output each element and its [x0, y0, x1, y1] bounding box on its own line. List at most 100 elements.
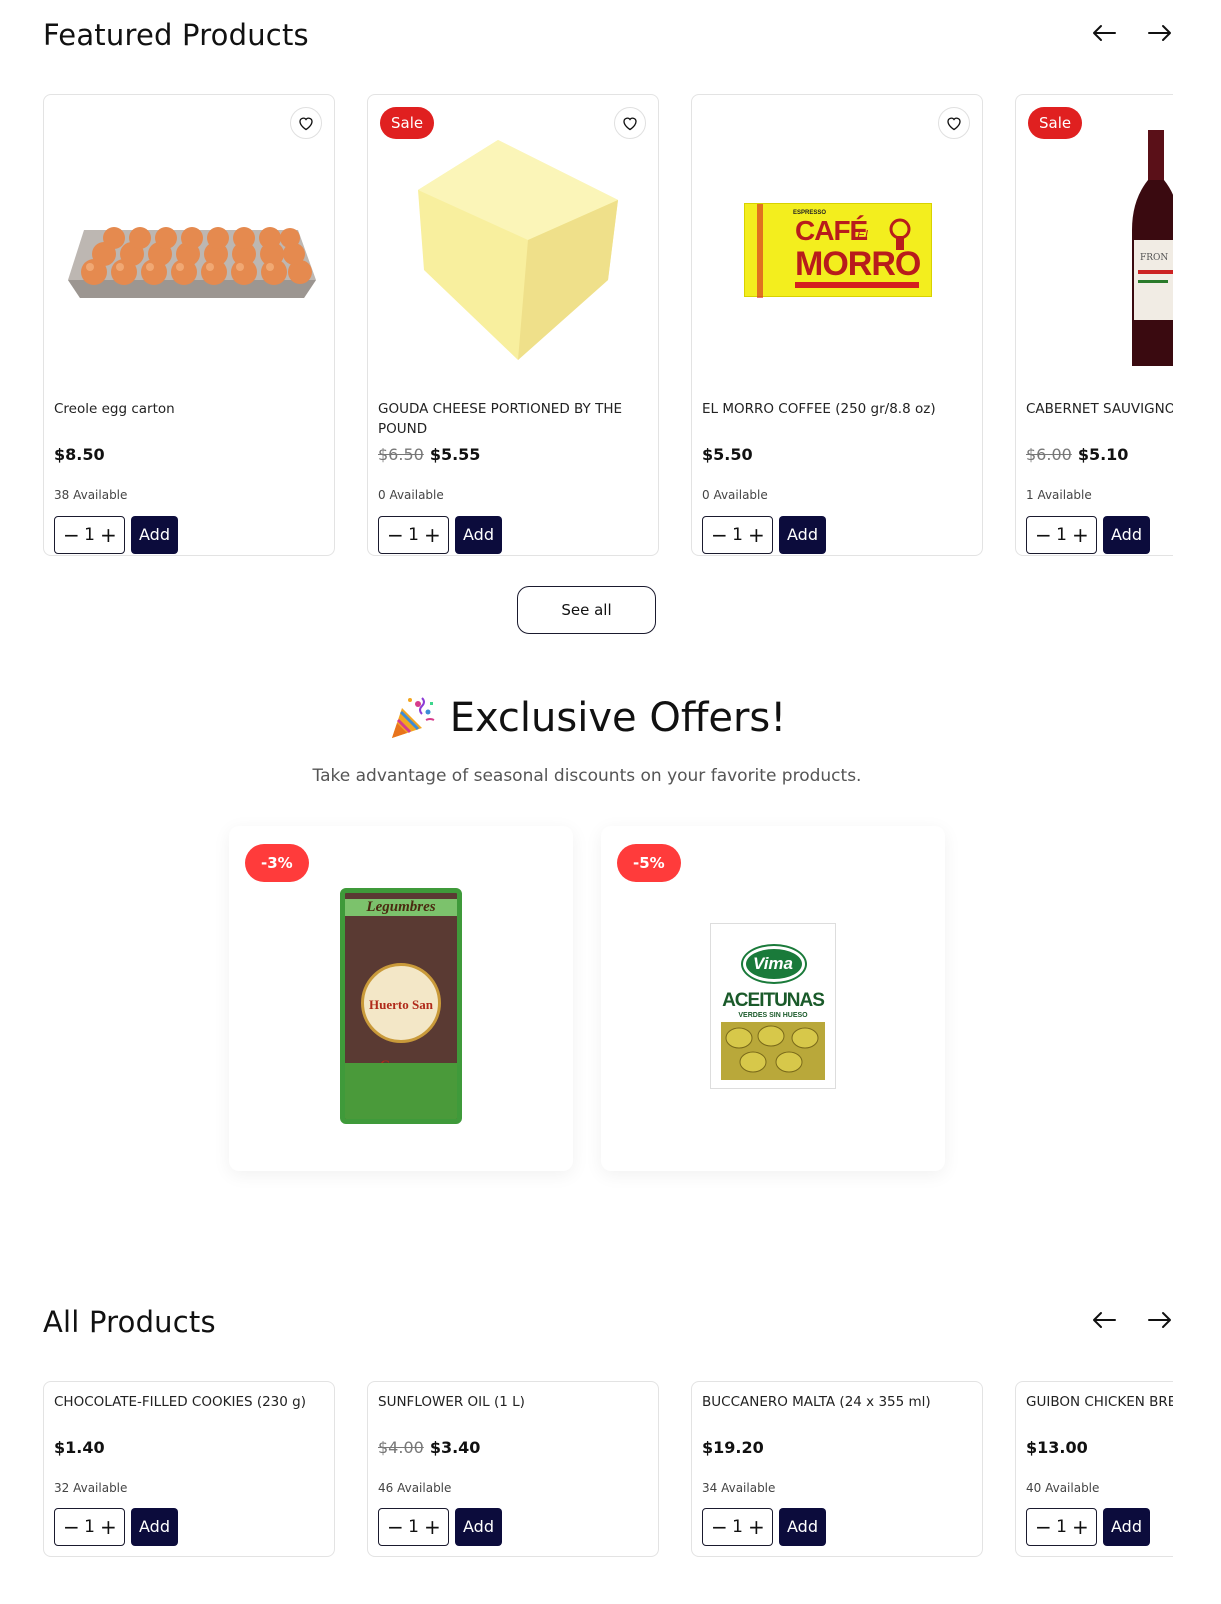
- product-name: Creole egg carton: [54, 401, 175, 417]
- beans-package: Legumbres Huerto San Genaro: [340, 888, 462, 1124]
- product-price: $19.20: [702, 1438, 764, 1457]
- featured-next-button[interactable]: [1147, 20, 1173, 46]
- product-image-cheese: [378, 105, 650, 395]
- product-availability: 0 Available: [702, 488, 768, 502]
- add-to-cart-button[interactable]: Add: [131, 1508, 178, 1546]
- olives-package-sub: VERDES SIN HUESO: [738, 1012, 808, 1019]
- product-card[interactable]: GUIBON CHICKEN BREAST (1 kg) $13.00 40 A…: [1015, 1381, 1173, 1557]
- product-actions: − 1 + Add: [378, 1508, 502, 1546]
- increment-button[interactable]: +: [100, 1517, 117, 1537]
- decrement-button[interactable]: −: [387, 1517, 404, 1537]
- product-card[interactable]: Creole egg carton $8.50 38 Available − 1…: [43, 94, 335, 556]
- decrement-button[interactable]: −: [387, 525, 404, 545]
- product-image-wine: FRON: [1026, 105, 1173, 395]
- add-to-cart-button[interactable]: Add: [455, 1508, 502, 1546]
- featured-title: Featured Products: [43, 18, 309, 52]
- product-actions: − 1 + Add: [54, 1508, 178, 1546]
- add-to-cart-button[interactable]: Add: [779, 1508, 826, 1546]
- product-old-price: $6.50: [378, 445, 424, 464]
- olives-package-brand: Vima: [752, 954, 793, 973]
- see-all-button[interactable]: See all: [517, 586, 656, 634]
- product-current-price: $19.20: [702, 1438, 764, 1457]
- quantity-value: 1: [1056, 1517, 1067, 1537]
- offers-header: Exclusive Offers!: [0, 694, 1174, 746]
- decrement-button[interactable]: −: [63, 1517, 80, 1537]
- increment-button[interactable]: +: [100, 525, 117, 545]
- decrement-button[interactable]: −: [1035, 1517, 1052, 1537]
- product-card[interactable]: ESPRESSO CAFÉ El MORRO EL MORRO COFFEE (…: [691, 94, 983, 556]
- arrow-left-icon: [1093, 25, 1116, 41]
- quantity-value: 1: [84, 525, 95, 545]
- product-image-eggs: [54, 105, 326, 395]
- product-current-price: $1.40: [54, 1438, 105, 1457]
- quantity-stepper: − 1 +: [54, 516, 125, 554]
- product-name: BUCCANERO MALTA (24 x 355 ml): [702, 1394, 931, 1410]
- offer-card[interactable]: -3% Legumbres Huerto San Genaro: [229, 826, 573, 1171]
- offer-card[interactable]: -5% Vima ACEITUNAS VERDES SIN HUESO: [601, 826, 945, 1171]
- arrow-left-icon: [1093, 1312, 1116, 1328]
- increment-button[interactable]: +: [748, 525, 765, 545]
- heart-icon: [623, 117, 637, 130]
- favorite-button[interactable]: [938, 107, 970, 139]
- decrement-button[interactable]: −: [63, 525, 80, 545]
- all-products-next-button[interactable]: [1147, 1307, 1173, 1333]
- product-name: EL MORRO COFFEE (250 gr/8.8 oz): [702, 401, 936, 417]
- product-card[interactable]: SUNFLOWER OIL (1 L) $4.00 $3.40 46 Availa…: [367, 1381, 659, 1557]
- favorite-button[interactable]: [614, 107, 646, 139]
- arrow-right-icon: [1148, 25, 1171, 41]
- product-name: GOUDA CHEESE PORTIONED BY THE POUND: [378, 401, 623, 437]
- product-card[interactable]: BUCCANERO MALTA (24 x 355 ml) $19.20 34 …: [691, 1381, 983, 1557]
- product-old-price: $6.00: [1026, 445, 1072, 464]
- sale-badge: Sale: [1028, 107, 1083, 139]
- product-current-price: $8.50: [54, 445, 105, 464]
- add-to-cart-button[interactable]: Add: [455, 516, 502, 554]
- quantity-stepper: − 1 +: [1026, 1508, 1097, 1546]
- add-to-cart-button[interactable]: Add: [779, 516, 826, 554]
- quantity-stepper: − 1 +: [702, 1508, 773, 1546]
- featured-prev-button[interactable]: [1091, 20, 1117, 46]
- all-products-prev-button[interactable]: [1091, 1307, 1117, 1333]
- quantity-value: 1: [84, 1517, 95, 1537]
- offers-title: Exclusive Offers!: [388, 694, 787, 742]
- product-availability: 40 Available: [1026, 1481, 1100, 1495]
- offers-subtitle: Take advantage of seasonal discounts on …: [312, 766, 862, 786]
- coffee-package: ESPRESSO CAFÉ El MORRO: [744, 203, 932, 298]
- product-availability: 0 Available: [378, 488, 444, 502]
- product-actions: − 1 + Add: [378, 516, 502, 554]
- decrement-button[interactable]: −: [711, 525, 728, 545]
- coffee-pack-script: El: [857, 228, 868, 242]
- add-to-cart-button[interactable]: Add: [131, 516, 178, 554]
- product-card[interactable]: Sale GOUDA CHEESE PORTIONED BY THE POUND…: [367, 94, 659, 556]
- product-name: CABERNET SAUVIGNON WINE (750 ml): [1026, 401, 1173, 417]
- product-card[interactable]: FRON Sale CABERNET SAUVIGNON WINE (750 m…: [1015, 94, 1173, 556]
- all-products-arrows: [1091, 1307, 1173, 1333]
- offers-title-text: Exclusive Offers!: [449, 695, 787, 741]
- favorite-button[interactable]: [290, 107, 322, 139]
- product-price: $5.50: [702, 445, 753, 464]
- add-to-cart-button[interactable]: Add: [1103, 516, 1150, 554]
- heart-icon: [299, 117, 313, 130]
- decrement-button[interactable]: −: [711, 1517, 728, 1537]
- product-actions: − 1 + Add: [702, 1508, 826, 1546]
- increment-button[interactable]: +: [424, 525, 441, 545]
- product-availability: 38 Available: [54, 488, 128, 502]
- product-card[interactable]: CHOCOLATE-FILLED COOKIES (230 g) $1.40 3…: [43, 1381, 335, 1557]
- increment-button[interactable]: +: [1072, 525, 1089, 545]
- increment-button[interactable]: +: [424, 1517, 441, 1537]
- product-price: $4.00 $3.40: [378, 1438, 480, 1457]
- increment-button[interactable]: +: [1072, 1517, 1089, 1537]
- increment-button[interactable]: +: [748, 1517, 765, 1537]
- product-actions: − 1 + Add: [54, 516, 178, 554]
- product-availability: 46 Available: [378, 1481, 452, 1495]
- product-name: SUNFLOWER OIL (1 L): [378, 1394, 525, 1410]
- product-image-coffee: ESPRESSO CAFÉ El MORRO: [702, 105, 974, 395]
- product-availability: 34 Available: [702, 1481, 776, 1495]
- all-products-header: All Products: [43, 1305, 1173, 1345]
- featured-carousel: Creole egg carton $8.50 38 Available − 1…: [43, 94, 1173, 558]
- product-availability: 1 Available: [1026, 488, 1092, 502]
- add-to-cart-button[interactable]: Add: [1103, 1508, 1150, 1546]
- decrement-button[interactable]: −: [1035, 525, 1052, 545]
- heart-icon: [947, 117, 961, 130]
- product-actions: − 1 + Add: [1026, 1508, 1150, 1546]
- quantity-stepper: − 1 +: [1026, 516, 1097, 554]
